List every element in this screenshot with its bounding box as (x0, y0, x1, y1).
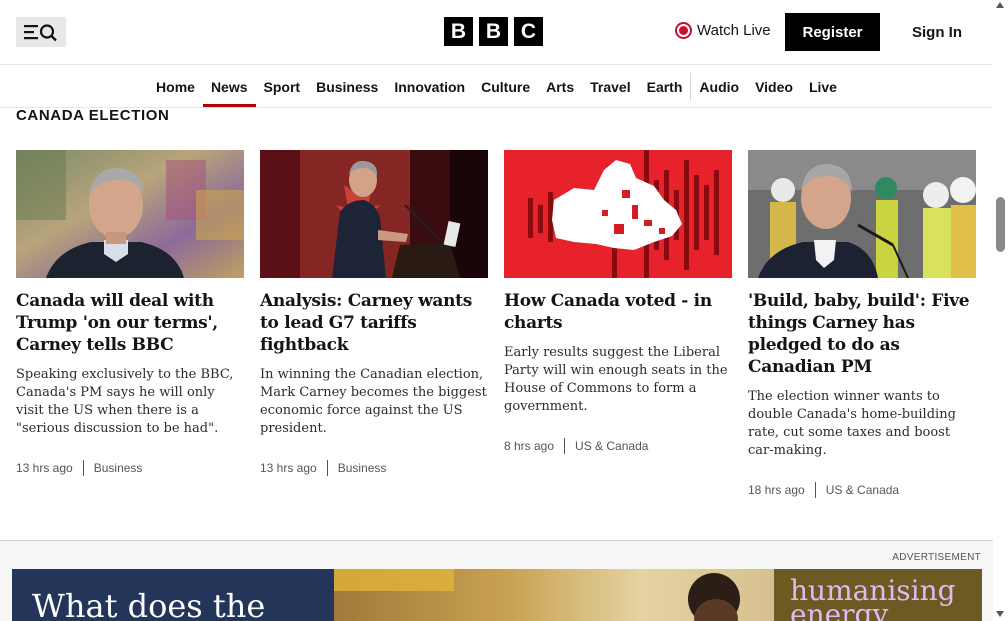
story-headline[interactable]: Canada will deal with Trump 'on our term… (16, 290, 244, 356)
nav-item-business[interactable]: Business (308, 66, 386, 107)
story-meta: 18 hrs ago US & Canada (748, 482, 976, 498)
story-headline[interactable]: Analysis: Carney wants to lead G7 tariff… (260, 290, 488, 356)
story-meta: 13 hrs ago Business (16, 460, 244, 476)
scroll-down-icon[interactable] (996, 611, 1004, 617)
story-cards: Canada will deal with Trump 'on our term… (16, 150, 976, 498)
nav-item-arts[interactable]: Arts (538, 66, 582, 107)
site-header: B B C Watch Live Register Sign In (0, 0, 993, 65)
story-meta: 13 hrs ago Business (260, 460, 488, 476)
register-button[interactable]: Register (785, 13, 880, 51)
logo-letter: B (444, 17, 473, 46)
menu-search-icon (24, 24, 57, 42)
story-image[interactable] (748, 150, 976, 278)
story-card[interactable]: Canada will deal with Trump 'on our term… (16, 150, 244, 498)
story-headline[interactable]: 'Build, baby, build': Five things Carney… (748, 290, 976, 378)
story-time: 13 hrs ago (260, 461, 317, 475)
ad-left-text: What does the (32, 587, 266, 621)
meta-separator (814, 482, 816, 498)
main-navigation: Home News Sport Business Innovation Cult… (0, 66, 993, 108)
story-image[interactable] (504, 150, 732, 278)
story-time: 8 hrs ago (504, 439, 555, 453)
scroll-up-icon[interactable] (996, 2, 1004, 8)
meta-separator (326, 460, 328, 476)
nav-item-news[interactable]: News (202, 66, 256, 107)
watch-live-label: Watch Live (697, 22, 771, 39)
story-summary: Speaking exclusively to the BBC, Canada'… (16, 367, 234, 436)
nav-item-culture[interactable]: Culture (473, 66, 538, 107)
story-summary: In winning the Canadian election, Mark C… (260, 367, 487, 436)
ad-right-panel: humanising energy (774, 569, 982, 621)
story-summary: The election winner wants to double Cana… (748, 389, 956, 458)
story-headline[interactable]: How Canada voted - in charts (504, 290, 732, 334)
story-meta: 8 hrs ago US & Canada (504, 438, 732, 454)
story-image[interactable] (260, 150, 488, 278)
nav-item-innovation[interactable]: Innovation (386, 66, 473, 107)
advertisement-area: ADVERTISEMENT What does the humanising e… (0, 540, 993, 621)
story-card[interactable]: 'Build, baby, build': Five things Carney… (748, 150, 976, 498)
nav-item-sport[interactable]: Sport (256, 66, 309, 107)
story-category[interactable]: US & Canada (575, 439, 648, 453)
nav-item-home[interactable]: Home (148, 66, 203, 107)
ad-left-panel: What does the (12, 569, 334, 621)
watch-live-link[interactable]: Watch Live (675, 22, 771, 39)
bbc-logo[interactable]: B B C (444, 17, 543, 46)
advertisement-banner[interactable]: What does the humanising energy (12, 569, 982, 621)
live-icon (675, 22, 692, 39)
vertical-scrollbar[interactable] (993, 0, 1008, 621)
story-time: 13 hrs ago (16, 461, 73, 475)
nav-item-live[interactable]: Live (801, 66, 845, 107)
story-category[interactable]: Business (94, 461, 143, 475)
logo-letter: C (514, 17, 543, 46)
meta-separator (82, 460, 84, 476)
ad-image (334, 569, 774, 621)
story-card[interactable]: How Canada voted - in charts Early resul… (504, 150, 732, 498)
story-category[interactable]: Business (338, 461, 387, 475)
story-category[interactable]: US & Canada (826, 483, 899, 497)
story-image[interactable] (16, 150, 244, 278)
sign-in-button[interactable]: Sign In (895, 13, 979, 51)
nav-item-travel[interactable]: Travel (582, 66, 638, 107)
nav-item-audio[interactable]: Audio (691, 66, 747, 107)
story-summary: Early results suggest the Liberal Party … (504, 345, 728, 414)
menu-search-button[interactable] (16, 17, 66, 47)
section-title[interactable]: CANADA ELECTION (16, 107, 169, 124)
nav-item-video[interactable]: Video (747, 66, 801, 107)
nav-item-earth[interactable]: Earth (639, 66, 691, 107)
story-card[interactable]: Analysis: Carney wants to lead G7 tariff… (260, 150, 488, 498)
logo-letter: B (479, 17, 508, 46)
scrollbar-thumb[interactable] (996, 197, 1005, 252)
meta-separator (564, 438, 566, 454)
advertisement-label: ADVERTISEMENT (892, 552, 981, 563)
ad-right-text: humanising energy (790, 574, 956, 621)
story-time: 18 hrs ago (748, 483, 805, 497)
